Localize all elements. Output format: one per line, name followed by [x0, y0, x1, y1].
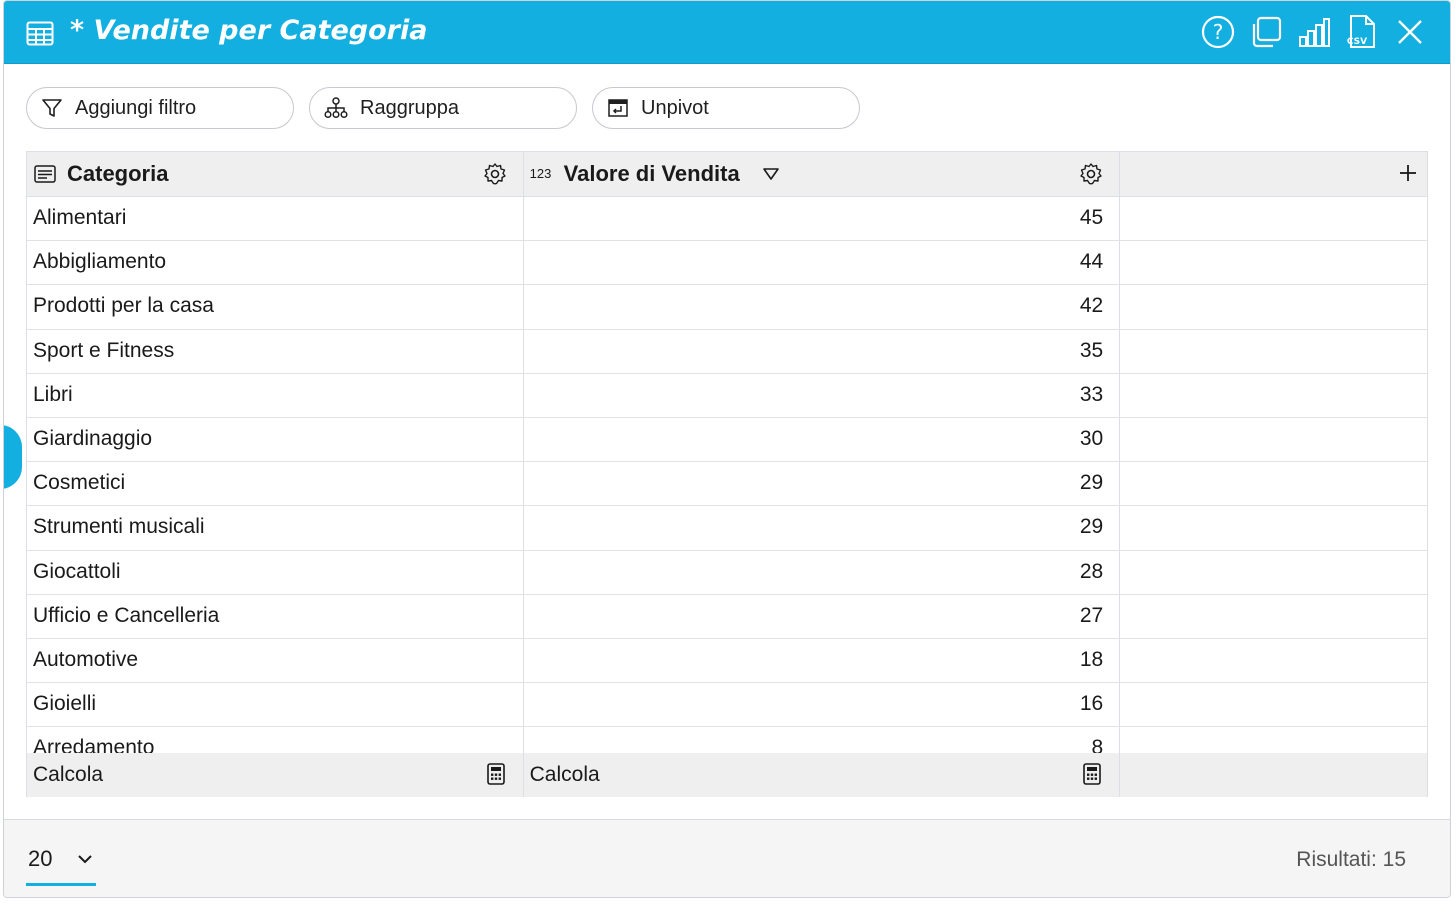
table-row[interactable]: Cosmetici 29 — [27, 462, 1428, 507]
value-cell: 28 — [1079, 559, 1104, 583]
value-cell: 42 — [1079, 294, 1104, 318]
table-row[interactable]: Gioielli 16 — [27, 683, 1428, 728]
category-cell: Sport e Fitness — [33, 338, 175, 362]
text-type-icon — [34, 165, 56, 183]
column-title: Categoria — [67, 161, 169, 186]
category-cell: Prodotti per la casa — [33, 294, 214, 318]
column-header-categoria[interactable]: Categoria — [27, 152, 524, 196]
table-row[interactable]: Automotive 18 — [27, 638, 1428, 684]
page-size-value: 20 — [28, 846, 53, 871]
calculator-icon[interactable] — [1083, 763, 1102, 785]
results-count: Risultati: 15 — [1296, 848, 1406, 871]
category-cell: Giardinaggio — [33, 426, 153, 450]
table-row[interactable]: Ufficio e Cancelleria 27 — [27, 594, 1428, 639]
table-body: Alimentari 45 Abbigliamento 44 Prodotti pe… — [27, 197, 1428, 753]
column-header-add — [1120, 152, 1428, 196]
filter-icon — [42, 99, 62, 117]
aggregate-row: Calcola Calcola — [26, 753, 1428, 797]
value-cell: 18 — [1079, 647, 1104, 671]
value-cell: 35 — [1079, 338, 1104, 362]
column-title: Valore di Vendita — [563, 161, 740, 186]
hierarchy-icon — [324, 97, 348, 119]
table-row[interactable]: Sport e Fitness 35 — [27, 329, 1428, 374]
window-title: * Vendite per Categoria — [70, 15, 428, 46]
value-cell: 8 — [1091, 736, 1104, 753]
unpivot-icon — [608, 99, 628, 117]
calculate-label: Calcola — [529, 763, 600, 786]
table-row[interactable]: Giardinaggio 30 — [27, 417, 1428, 463]
table-header: Categoria 123 Valore di Vendita — [27, 151, 1428, 197]
table-row[interactable]: Prodotti per la casa 42 — [27, 285, 1428, 330]
value-cell: 44 — [1079, 250, 1104, 274]
data-table: Categoria 123 Valore di Vendita Alimenta… — [26, 151, 1428, 753]
add-column-icon[interactable] — [1397, 162, 1419, 184]
table-icon — [26, 21, 54, 46]
table-window: * Vendite per Categoria ? CSV Aggiungi f… — [3, 0, 1451, 898]
aggregate-cell-valore[interactable]: Calcola — [524, 753, 1121, 797]
svg-text:?: ? — [1213, 20, 1224, 44]
toolbar: Aggiungi filtro Raggruppa Unpivot — [26, 87, 860, 129]
category-cell: Gioielli — [33, 692, 97, 716]
csv-export-icon[interactable]: CSV — [1344, 13, 1380, 51]
category-cell: Cosmetici — [33, 471, 126, 495]
table-row[interactable]: Giocattoli 28 — [27, 550, 1428, 595]
category-cell: Strumenti musicali — [33, 515, 205, 539]
unpivot-label: Unpivot — [641, 96, 709, 119]
category-cell: Abbigliamento — [33, 250, 167, 274]
duplicate-icon[interactable] — [1248, 13, 1284, 51]
add-filter-button[interactable]: Aggiungi filtro — [26, 87, 294, 129]
category-cell: Giocattoli — [33, 559, 121, 583]
calculate-label: Calcola — [33, 763, 104, 786]
category-cell: Automotive — [33, 647, 139, 671]
category-cell: Libri — [33, 382, 73, 406]
sort-descending-icon[interactable] — [762, 167, 780, 181]
value-cell: 29 — [1079, 515, 1104, 539]
group-label: Raggruppa — [360, 96, 459, 119]
gear-icon[interactable] — [483, 162, 507, 186]
table-row[interactable]: Strumenti musicali 29 — [27, 506, 1428, 551]
value-cell: 33 — [1079, 382, 1104, 406]
table-row[interactable]: Arredamento 8 — [27, 727, 1428, 753]
value-cell: 16 — [1079, 692, 1104, 716]
side-panel-handle[interactable] — [4, 425, 22, 489]
value-cell: 30 — [1079, 426, 1104, 450]
bar-chart-icon[interactable] — [1296, 13, 1332, 51]
column-header-valore[interactable]: 123 Valore di Vendita — [524, 152, 1121, 196]
add-filter-label: Aggiungi filtro — [75, 96, 197, 119]
number-type-tag: 123 — [529, 166, 552, 181]
help-icon[interactable]: ? — [1200, 13, 1236, 51]
calculator-icon[interactable] — [486, 763, 505, 785]
unpivot-button[interactable]: Unpivot — [592, 87, 860, 129]
aggregate-cell-categoria[interactable]: Calcola — [27, 753, 524, 797]
table-row[interactable]: Alimentari 45 — [27, 197, 1428, 242]
value-cell: 45 — [1079, 206, 1104, 229]
category-cell: Ufficio e Cancelleria — [33, 603, 220, 627]
category-cell: Alimentari — [33, 206, 127, 229]
table-row[interactable]: Abbigliamento 44 — [27, 241, 1428, 286]
pagination-bar: 20 Risultati: 15 — [4, 819, 1450, 897]
table-row[interactable]: Libri 33 — [27, 373, 1428, 418]
group-button[interactable]: Raggruppa — [309, 87, 577, 129]
close-icon[interactable] — [1392, 13, 1428, 51]
page-size-select[interactable]: 20 — [26, 844, 96, 886]
title-bar: * Vendite per Categoria ? CSV — [4, 1, 1450, 64]
gear-icon[interactable] — [1079, 162, 1103, 186]
value-cell: 29 — [1079, 471, 1104, 495]
category-cell: Arredamento — [33, 736, 155, 753]
value-cell: 27 — [1079, 603, 1104, 627]
svg-text:CSV: CSV — [1347, 37, 1367, 47]
aggregate-cell-empty — [1120, 753, 1428, 797]
chevron-down-icon — [78, 855, 92, 864]
